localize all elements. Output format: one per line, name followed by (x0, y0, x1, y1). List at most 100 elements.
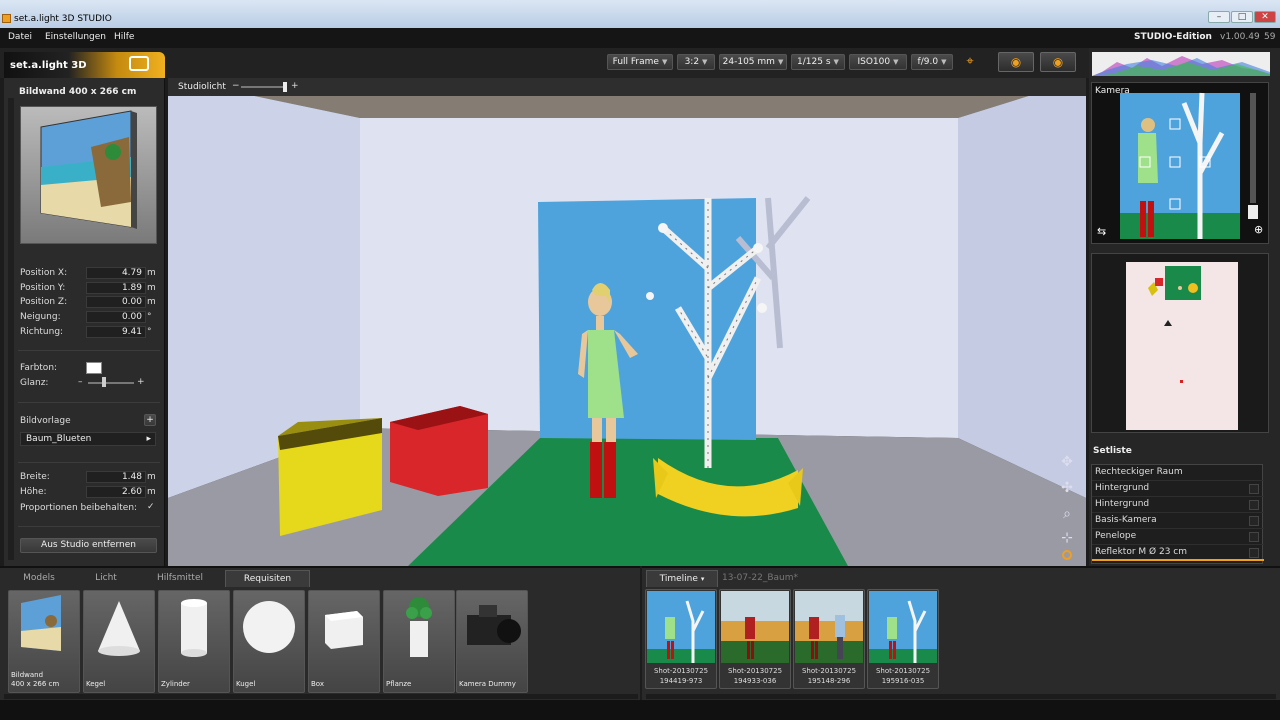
pan-view-icon[interactable]: ✣ (1057, 478, 1077, 498)
glanz-label: Glanz: (20, 378, 49, 388)
version-label: v1.00.49 (1220, 32, 1260, 42)
bildvorlage-select[interactable]: Baum_Blueten ▸ (20, 432, 156, 446)
richtung-label: Richtung: (20, 327, 64, 337)
prop-kegel[interactable]: Kegel (83, 590, 155, 693)
proportionen-checkbox[interactable]: ✓ (147, 502, 155, 512)
neigung-field[interactable]: 0.00 (86, 311, 146, 323)
ratio-value: 3:2 (684, 57, 700, 67)
tab-models[interactable]: Models (6, 570, 72, 587)
minimize-button[interactable]: – (1208, 11, 1230, 23)
shot-id: 195916-035 (881, 677, 925, 685)
add-bildvorlage-button[interactable]: + (144, 414, 156, 426)
tab-licht[interactable]: Licht (76, 570, 136, 587)
reset-view-icon[interactable] (1062, 550, 1072, 560)
frame-select[interactable]: Full Frame ▼ (607, 54, 673, 70)
shot-thumbnail[interactable]: Shot-20130725 194933-036 (719, 589, 791, 689)
camera-zoom-track[interactable] (1250, 93, 1256, 203)
position-z-field[interactable]: 0.00 (86, 296, 146, 308)
ratio-select[interactable]: 3:2 ▼ (677, 54, 715, 70)
swap-icon[interactable]: ⇆ (1097, 225, 1106, 238)
rotate-view-icon[interactable]: ✥ (1057, 452, 1077, 472)
timeline-scrollbar[interactable] (646, 694, 1276, 699)
prop-zylinder[interactable]: Zylinder (158, 590, 230, 693)
zoom-icon[interactable]: ⌕ (1057, 504, 1077, 524)
shot-thumbnail[interactable]: Shot-20130725 195916-035 (867, 589, 939, 689)
fit-view-icon[interactable]: ⊹ (1057, 528, 1077, 548)
camera-icon: ◉ (1010, 55, 1022, 69)
setliste-item[interactable]: Hintergrund (1092, 497, 1264, 513)
shot-thumbnail[interactable]: Shot-20130725 194419-973 (645, 589, 717, 689)
shot-label: Shot-20130725 195916-035 (868, 666, 938, 686)
prop-kamera-dummy[interactable]: Kamera Dummy (456, 590, 528, 693)
studiolicht-minus[interactable]: − (232, 81, 240, 91)
close-button[interactable]: ✕ (1254, 11, 1276, 23)
setliste-item-label: Reflektor M Ø 23 cm (1095, 547, 1187, 557)
position-x-field[interactable]: 4.79 (86, 267, 146, 279)
setliste-item[interactable]: Reflektor M Ø 23 cm (1092, 545, 1264, 561)
camera-preview[interactable]: Kamera ⇆ ⊕ (1091, 82, 1269, 244)
remove-from-studio-button[interactable]: Aus Studio entfernen (20, 538, 157, 553)
studiolicht-plus[interactable]: + (291, 81, 299, 91)
menu-datei[interactable]: Datei (8, 32, 32, 42)
right-panel: Kamera ⇆ ⊕ Setliste Rechteckiger Raum Hi… (1089, 48, 1280, 566)
tab-requisiten[interactable]: Requisiten (225, 570, 310, 587)
top-view-map[interactable] (1091, 253, 1269, 433)
tab-timeline[interactable]: Timeline ▾ (646, 570, 718, 587)
tab-hilfsmittel[interactable]: Hilfsmittel (140, 570, 220, 587)
shot-image (721, 591, 789, 663)
lens-select[interactable]: 24-105 mm ▼ (719, 54, 787, 70)
neigung-label: Neigung: (20, 312, 61, 322)
bildvorlage-label: Bildvorlage (20, 416, 71, 426)
visibility-checkbox[interactable] (1249, 484, 1259, 494)
camera-series-button[interactable]: ◉ (1040, 52, 1076, 72)
library-scrollbar[interactable] (4, 694, 638, 699)
prop-pflanze[interactable]: Pflanze (383, 590, 455, 693)
richtung-unit: ° (147, 327, 152, 337)
app-icon (2, 14, 11, 23)
setliste-item[interactable]: Penelope (1092, 529, 1264, 545)
studio-scene (168, 78, 1086, 566)
studiolicht-slider-track[interactable] (241, 86, 285, 88)
iso-select[interactable]: ISO100 ▼ (849, 54, 907, 70)
shot-thumbnail[interactable]: Shot-20130725 195148-296 (793, 589, 865, 689)
shutter-select[interactable]: 1/125 s ▼ (791, 54, 845, 70)
position-x-label: Position X: (20, 268, 68, 278)
studio-3d-viewport[interactable]: Studiolicht − + ✥ ✣ ⌕ ⊹ (168, 78, 1086, 566)
setliste-item[interactable]: Rechteckiger Raum (1092, 465, 1264, 481)
visibility-checkbox[interactable] (1249, 548, 1259, 558)
prop-bildwand[interactable]: Bildwand 400 x 266 cm (8, 590, 80, 693)
chevron-down-icon: ▼ (777, 58, 784, 66)
studiolicht-slider-handle[interactable] (283, 82, 287, 92)
prop-box[interactable]: Box (308, 590, 380, 693)
shot-photo (721, 591, 789, 663)
visibility-checkbox[interactable] (1249, 532, 1259, 542)
breite-field[interactable]: 1.48 (86, 471, 146, 483)
visibility-checkbox[interactable] (1249, 500, 1259, 510)
app-logo: set.a.light 3D (4, 52, 165, 78)
glanz-plus-icon[interactable]: + (137, 377, 145, 387)
prop-kugel[interactable]: Kugel (233, 590, 305, 693)
glanz-minus-icon[interactable]: – (78, 377, 83, 387)
glanz-slider-handle[interactable] (102, 377, 106, 387)
menu-hilfe[interactable]: Hilfe (114, 32, 134, 42)
position-y-unit: m (147, 283, 156, 293)
panel-scrollbar[interactable] (8, 98, 14, 560)
visibility-checkbox[interactable] (1249, 516, 1259, 526)
farbton-color-swatch[interactable] (86, 362, 102, 374)
setliste-item[interactable]: Basis-Kamera (1092, 513, 1264, 529)
richtung-field[interactable]: 9.41 (86, 326, 146, 338)
aperture-select[interactable]: f/9.0 ▼ (911, 54, 953, 70)
tab-session[interactable]: 13-07-22_Baum* (720, 570, 800, 587)
crosshair-icon[interactable]: ⊕ (1254, 223, 1263, 236)
position-y-field[interactable]: 1.89 (86, 282, 146, 294)
top-view-plan (1126, 262, 1238, 430)
hoehe-field[interactable]: 2.60 (86, 486, 146, 498)
maximize-button[interactable]: □ (1231, 11, 1253, 23)
camera-shot-button[interactable]: ◉ (998, 52, 1034, 72)
focus-target-icon[interactable]: ⌖ (962, 54, 978, 70)
library-panel: Models Licht Hilfsmittel Requisiten Bild… (0, 566, 640, 700)
menu-einstellungen[interactable]: Einstellungen (45, 32, 106, 42)
camera-zoom-handle[interactable] (1248, 205, 1258, 219)
setliste-item[interactable]: Hintergrund (1092, 481, 1264, 497)
glanz-slider-track[interactable] (88, 382, 134, 384)
